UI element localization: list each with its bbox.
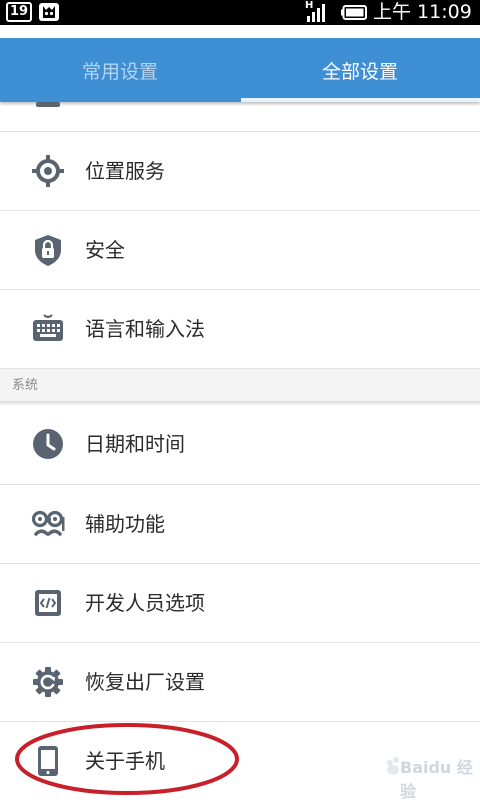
- calendar-notification-icon: 19: [6, 2, 32, 22]
- watermark-text: Baidu 经验: [400, 758, 473, 801]
- battery-icon: [341, 5, 367, 20]
- list-item-location-services[interactable]: 位置服务: [0, 131, 480, 209]
- accessibility-icon: [31, 510, 65, 536]
- list-item-date-time[interactable]: 日期和时间: [0, 405, 480, 483]
- keyboard-icon: [33, 314, 63, 341]
- scrolled-item-icon: [36, 102, 60, 107]
- clock-icon: [33, 429, 63, 459]
- list-item-security[interactable]: 安全: [0, 210, 480, 288]
- reset-gear-icon: [33, 667, 63, 697]
- list-item-factory-reset[interactable]: 恢复出厂设置: [0, 642, 480, 720]
- shield-lock-icon: [35, 235, 61, 266]
- section-header-label: 系统: [12, 378, 39, 393]
- status-bar: 19 H 上午 11:09: [0, 0, 480, 25]
- tab-common-settings[interactable]: 常用设置: [0, 38, 240, 102]
- tab-all-settings[interactable]: 全部设置: [240, 38, 480, 102]
- list-item-label: 开发人员选项: [85, 591, 205, 615]
- list-item-label: 日期和时间: [85, 432, 185, 456]
- signal-strength-icon: [307, 4, 325, 22]
- section-header-system: 系统: [0, 368, 480, 401]
- status-clock: 上午 11:09: [373, 1, 472, 23]
- location-icon: [32, 155, 64, 187]
- list-item-label: 语言和输入法: [85, 317, 205, 341]
- list-item-label: 位置服务: [85, 159, 165, 183]
- app-notification-icon: [39, 3, 59, 21]
- list-item-accessibility[interactable]: 辅助功能: [0, 484, 480, 562]
- phone-icon: [38, 746, 58, 776]
- list-item-label: 恢复出厂设置: [85, 670, 205, 694]
- list-item-label: 辅助功能: [85, 512, 165, 536]
- list-item-label: 关于手机: [85, 749, 165, 773]
- developer-code-icon: [35, 590, 61, 616]
- settings-tab-bar: 常用设置 全部设置: [0, 38, 480, 102]
- list-item-developer-options[interactable]: 开发人员选项: [0, 563, 480, 641]
- selected-tab-indicator: [241, 98, 480, 102]
- list-item-label: 安全: [85, 238, 125, 262]
- list-item-language-input[interactable]: 语言和输入法: [0, 289, 480, 367]
